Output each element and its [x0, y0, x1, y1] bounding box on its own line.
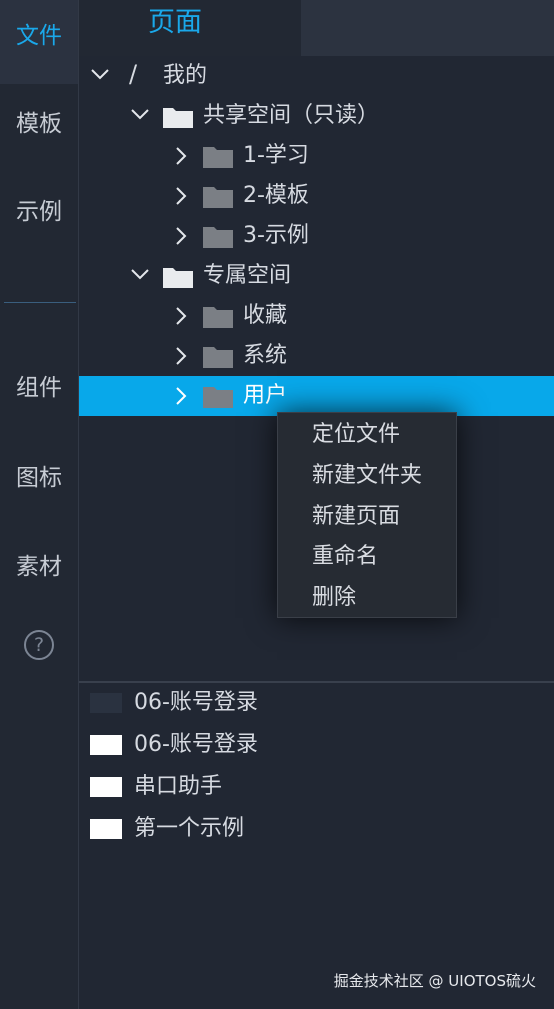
folder-open-icon [163, 266, 193, 288]
folder-icon [203, 306, 233, 328]
tree-label-root: 我的 [163, 63, 208, 88]
tab-page[interactable]: 页面 [79, 0, 301, 56]
tree-label-user: 用户 [243, 383, 288, 408]
tree-label-templates: 2-模板 [243, 183, 309, 208]
tree-row-templates[interactable]: 2-模板 [79, 176, 554, 216]
tree-label-private: 专属空间 [203, 263, 292, 288]
folder-icon [203, 226, 233, 248]
sidebar-divider [4, 302, 76, 303]
folder-open-icon [163, 106, 193, 128]
file-thumbnail [90, 819, 122, 839]
chevron-right-icon[interactable] [174, 187, 188, 205]
tree-row-user[interactable]: 用户 [79, 376, 554, 416]
menu-item-locate-file[interactable]: 定位文件 [312, 415, 400, 455]
file-label: 第一个示例 [134, 816, 245, 841]
chevron-down-icon[interactable] [131, 107, 149, 121]
tree-label-system: 系统 [243, 343, 288, 368]
file-label: 06-账号登录 [134, 690, 258, 715]
folder-icon [203, 146, 233, 168]
file-item[interactable]: 第一个示例 [79, 809, 554, 849]
folder-icon [203, 346, 233, 368]
file-label: 串口助手 [134, 774, 223, 799]
chevron-right-icon[interactable] [174, 387, 188, 405]
sidebar-item-example[interactable]: 示例 [0, 192, 78, 232]
chevron-down-icon[interactable] [131, 267, 149, 281]
context-menu: 定位文件 新建文件夹 新建页面 重命名 删除 [277, 412, 457, 618]
chevron-right-icon[interactable] [174, 147, 188, 165]
folder-icon [203, 386, 233, 408]
help-icon[interactable]: ? [24, 630, 54, 660]
tree-row-system[interactable]: 系统 [79, 336, 554, 376]
tree-label-examples: 3-示例 [243, 223, 309, 248]
tree-row-private[interactable]: 专属空间 [79, 256, 554, 296]
tree-row-favorites[interactable]: 收藏 [79, 296, 554, 336]
tree-label-shared: 共享空间（只读） [203, 103, 380, 128]
slash-icon: / [129, 60, 138, 88]
file-thumbnail [90, 693, 122, 713]
file-thumbnail [90, 735, 122, 755]
tree-label-learn: 1-学习 [243, 143, 309, 168]
file-label: 06-账号登录 [134, 732, 258, 757]
menu-item-rename[interactable]: 重命名 [312, 537, 378, 577]
sidebar-item-component[interactable]: 组件 [0, 368, 78, 408]
folder-icon [203, 186, 233, 208]
tab-bar-empty [301, 0, 554, 56]
sidebar-item-file[interactable]: 文件 [0, 0, 78, 84]
chevron-down-icon[interactable] [91, 67, 109, 81]
sidebar: 文件 模板 示例 组件 图标 素材 ? [0, 0, 79, 1009]
menu-item-delete[interactable]: 删除 [312, 578, 356, 618]
tree-row-examples[interactable]: 3-示例 [79, 216, 554, 256]
chevron-right-icon[interactable] [174, 227, 188, 245]
tree-row-learn[interactable]: 1-学习 [79, 136, 554, 176]
file-item[interactable]: 06-账号登录 [79, 725, 554, 765]
file-item[interactable]: 06-账号登录 [79, 683, 554, 723]
chevron-right-icon[interactable] [174, 347, 188, 365]
tree-label-favorites: 收藏 [243, 303, 288, 328]
tab-bar: 页面 [79, 0, 554, 56]
file-thumbnail [90, 777, 122, 797]
file-item[interactable]: 串口助手 [79, 767, 554, 807]
menu-item-new-folder[interactable]: 新建文件夹 [312, 456, 422, 496]
sidebar-item-material[interactable]: 素材 [0, 547, 78, 587]
watermark: 掘金技术社区 @ UIOTOS硫火 [333, 972, 536, 990]
tree-row-shared[interactable]: 共享空间（只读） [79, 96, 554, 136]
tree-row-root[interactable]: / 我的 [79, 56, 554, 96]
sidebar-item-icons[interactable]: 图标 [0, 458, 78, 498]
menu-item-new-page[interactable]: 新建页面 [312, 497, 400, 537]
sidebar-item-template[interactable]: 模板 [0, 104, 78, 144]
chevron-right-icon[interactable] [174, 307, 188, 325]
